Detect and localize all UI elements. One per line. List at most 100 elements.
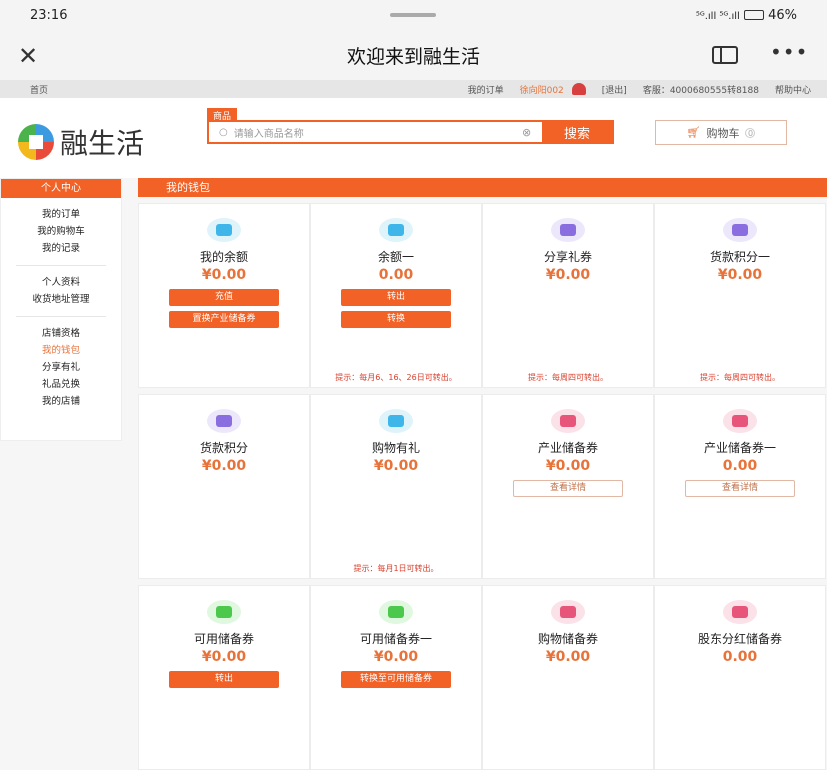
battery-icon: [743, 10, 764, 20]
card-label: 我的余额: [199, 250, 248, 264]
sidebar-item[interactable]: 店铺资格: [16, 325, 106, 342]
sidebar-item[interactable]: 收货地址管理: [16, 291, 106, 308]
card-action-button[interactable]: 转出: [169, 671, 279, 688]
wallet-card: 货款积分 ¥0.00: [138, 394, 310, 579]
sidebar-group: 个人资料 收货地址管理: [16, 266, 106, 317]
battery-level: 46%: [768, 7, 797, 23]
logo-text: 融生活: [60, 127, 145, 160]
customer-service: 客服：4000680555转8188: [642, 85, 759, 96]
wallet-card: 可用储备券 ¥0.00 转出: [138, 585, 310, 770]
card-tip: 提示：每周四可转出。: [528, 373, 608, 382]
card-label: 货款积分一: [709, 250, 770, 264]
logout-link[interactable]: [退出]: [602, 83, 627, 96]
clock: 23:16: [30, 7, 68, 23]
ticket-icon: [379, 600, 413, 624]
ticket-icon: [723, 600, 757, 624]
card-label: 购物有礼: [371, 441, 420, 455]
sidebar-group: 店铺资格 我的钱包 分享有礼 礼品兑换 我的店铺: [16, 317, 106, 418]
wallet-card: 余额一 0.00 转出 转换 提示：每月6、16、26日可转出。: [310, 203, 482, 388]
card-tip: 提示：每月6、16、26日可转出。: [335, 373, 457, 382]
card-value: 0.00: [378, 267, 414, 283]
ticket-icon: [551, 409, 585, 433]
clear-icon[interactable]: ⊗: [522, 122, 542, 142]
search-button[interactable]: 搜索: [542, 122, 612, 142]
money-bag-icon: [379, 218, 413, 242]
sidebar-group: 我的订单 我的购物车 我的记录: [16, 198, 106, 266]
card-label: 货款积分: [199, 441, 248, 455]
card-value: 0.00: [722, 649, 758, 665]
title-bar: ✕ 欢迎来到融生活 •••: [0, 30, 827, 80]
help-link[interactable]: 帮助中心: [775, 83, 811, 96]
section-title: 我的钱包: [138, 178, 827, 197]
sidebar: 个人中心 我的订单 我的购物车 我的记录 个人资料 收货地址管理 店铺资格 我的钱包 分享有礼…: [0, 178, 122, 441]
signal-icon: ⁵ᴳ.ıll ⁵ᴳ.ıll: [695, 10, 740, 22]
money-bag-icon: [207, 218, 241, 242]
ticket-icon: [723, 409, 757, 433]
ticket-icon: [551, 600, 585, 624]
search-box: ○ 请输入商品名称 ⊗ 搜索: [207, 120, 614, 144]
card-tip: 提示：每月1日可转出。: [353, 564, 439, 573]
wallet-panel: 我的钱包 我的余额 ¥0.00 充值 置换产业储备券 余额一 0.00 转出 转换 提示：…: [138, 178, 827, 770]
card-value: ¥0.00: [201, 267, 247, 283]
card-value: ¥0.00: [545, 267, 591, 283]
card-label: 产业储备券: [537, 441, 598, 455]
card-value: ¥0.00: [201, 458, 247, 474]
card-value: 0.00: [722, 458, 758, 474]
wallet-card: 我的余额 ¥0.00 充值置换产业储备券: [138, 203, 310, 388]
card-value: ¥0.00: [545, 649, 591, 665]
card-label: 股东分红储备券: [697, 632, 782, 646]
sidebar-item[interactable]: 我的记录: [16, 240, 106, 257]
drag-handle[interactable]: [390, 13, 436, 17]
search-input[interactable]: ○ 请输入商品名称: [209, 122, 522, 142]
view-details-button[interactable]: 查看详情: [685, 480, 795, 497]
wallet-card: 分享礼券 ¥0.00 提示：每周四可转出。: [482, 203, 654, 388]
top-nav: 首页 我的订单 徐向阳002 [退出] 客服：4000680555转8188 帮…: [0, 80, 827, 98]
sidebar-item[interactable]: 分享有礼: [16, 359, 106, 376]
card-action-button[interactable]: 转出: [341, 289, 451, 306]
card-label: 分享礼券: [543, 250, 592, 264]
sidebar-item[interactable]: 我的钱包: [16, 342, 106, 359]
card-label: 可用储备券: [193, 632, 254, 646]
wallet-card: 股东分红储备券 0.00: [654, 585, 826, 770]
window-icon[interactable]: [712, 46, 738, 64]
card-value: ¥0.00: [373, 649, 419, 665]
card-value: ¥0.00: [545, 458, 591, 474]
card-label: 购物储备券: [537, 632, 598, 646]
cart-icon: 🛒︎: [686, 126, 701, 139]
sidebar-item[interactable]: 我的店铺: [16, 393, 106, 410]
search-icon: ○: [219, 126, 228, 138]
view-details-button[interactable]: 查看详情: [513, 480, 623, 497]
username-link[interactable]: 徐向阳002: [520, 83, 564, 96]
card-tip: 提示：每周四可转出。: [700, 373, 780, 382]
card-value: ¥0.00: [201, 649, 247, 665]
sidebar-item[interactable]: 我的购物车: [16, 223, 106, 240]
search-placeholder: 请输入商品名称: [233, 128, 304, 140]
avatar: [571, 83, 586, 95]
sidebar-item[interactable]: 礼品兑换: [16, 376, 106, 393]
card-value: ¥0.00: [717, 267, 763, 283]
sidebar-item[interactable]: 我的订单: [16, 206, 106, 223]
wallet-card: 产业储备券 ¥0.00 查看详情: [482, 394, 654, 579]
home-link[interactable]: 首页: [30, 83, 48, 96]
close-icon[interactable]: ✕: [18, 42, 38, 70]
cart-button[interactable]: 🛒︎ 购物车 0: [655, 120, 787, 145]
header: 融生活 商品 ○ 请输入商品名称 ⊗ 搜索 🛒︎ 购物车 0: [0, 98, 827, 178]
more-icon[interactable]: •••: [770, 40, 808, 64]
ticket-icon: [207, 600, 241, 624]
card-action-button[interactable]: 转换至可用储备券: [341, 671, 451, 688]
wallet-card: 购物有礼 ¥0.00 提示：每月1日可转出。: [310, 394, 482, 579]
orders-link[interactable]: 我的订单: [468, 83, 504, 96]
card-action-button[interactable]: 置换产业储备券: [169, 311, 279, 328]
sidebar-title: 个人中心: [1, 179, 121, 198]
wallet-icon: [551, 218, 585, 242]
logo[interactable]: 融生活: [18, 122, 144, 162]
page-title: 欢迎来到融生活: [346, 45, 480, 68]
card-action-button[interactable]: 充值: [169, 289, 279, 306]
wallet-icon: [207, 409, 241, 433]
card-action-button[interactable]: 转换: [341, 311, 451, 328]
wallet-card: 产业储备券一 0.00 查看详情: [654, 394, 826, 579]
money-bag-icon: [379, 409, 413, 433]
sidebar-item[interactable]: 个人资料: [16, 274, 106, 291]
wallet-card: 货款积分一 ¥0.00 提示：每周四可转出。: [654, 203, 826, 388]
card-value: ¥0.00: [373, 458, 419, 474]
